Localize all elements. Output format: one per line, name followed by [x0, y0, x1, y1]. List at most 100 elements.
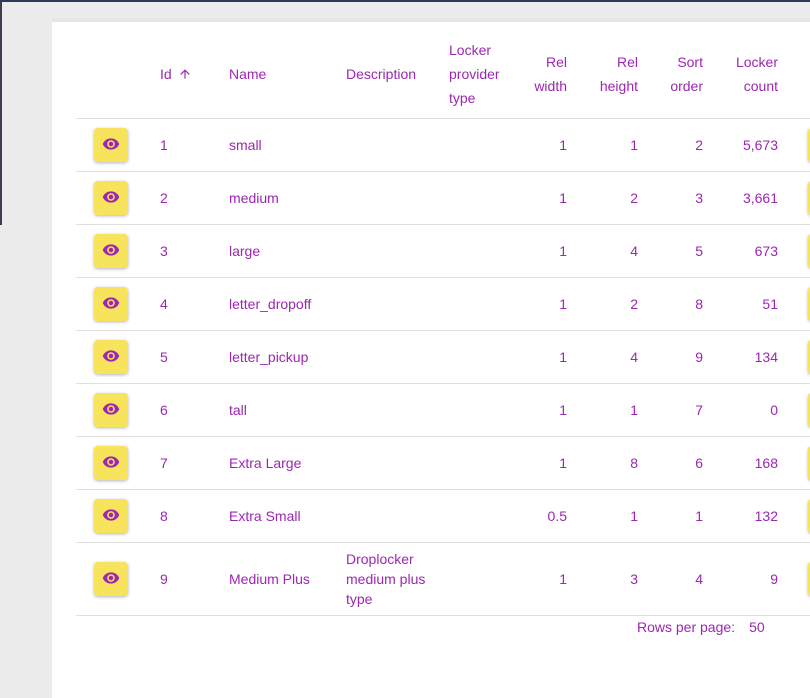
- cell-id: 1: [160, 137, 168, 153]
- header-rel-height-label: Rel height: [599, 54, 638, 94]
- header-name[interactable]: Name: [229, 30, 339, 118]
- cell-id: 5: [160, 349, 168, 365]
- cell-rel-width: 1: [559, 455, 567, 471]
- table-row: 8 Extra Small 0.5 1 1 132: [76, 490, 810, 543]
- cell-name: Extra Large: [229, 455, 302, 471]
- table-row: 6 tall 1 1 7 0: [76, 384, 810, 437]
- table-header-row: Id Name Description Locker provider type…: [76, 30, 810, 119]
- eye-icon: [102, 294, 120, 315]
- pagination: Rows per page: 50: [637, 619, 765, 635]
- cell-sort-order: 9: [695, 349, 703, 365]
- header-locker-provider-type-label: Locker provider type: [449, 42, 500, 106]
- header-description[interactable]: Description: [346, 30, 446, 118]
- table-row: 3 large 1 4 5 673: [76, 225, 810, 278]
- cell-name: Extra Small: [229, 508, 301, 524]
- table-row: 2 medium 1 2 3 3,661: [76, 172, 810, 225]
- cell-sort-order: 5: [695, 243, 703, 259]
- cell-locker-count: 134: [754, 349, 778, 365]
- cell-locker-count: 673: [754, 243, 778, 259]
- cell-rel-height: 1: [630, 402, 638, 418]
- eye-icon: [102, 347, 120, 368]
- header-rel-width-label: Rel width: [534, 54, 567, 94]
- eye-icon: [102, 188, 120, 209]
- cell-locker-count: 51: [762, 296, 778, 312]
- eye-icon: [102, 135, 120, 156]
- header-id[interactable]: Id: [160, 30, 210, 118]
- cell-name: tall: [229, 402, 247, 418]
- header-sort-order[interactable]: Sort order: [661, 30, 703, 118]
- cell-sort-order: 6: [695, 455, 703, 471]
- cell-id: 7: [160, 455, 168, 471]
- view-button[interactable]: [94, 393, 128, 427]
- cell-sort-order: 1: [695, 508, 703, 524]
- table-card: Id Name Description Locker provider type…: [52, 18, 810, 698]
- cell-sort-order: 8: [695, 296, 703, 312]
- cell-rel-width: 1: [559, 571, 567, 587]
- table-row: 4 letter_dropoff 1 2 8 51: [76, 278, 810, 331]
- view-button[interactable]: [94, 181, 128, 215]
- cell-rel-height: 2: [630, 296, 638, 312]
- header-locker-count[interactable]: Locker count: [726, 30, 778, 118]
- table-body: 1 small 1 1 2 5,673 2 medium 1 2 3 3,661: [76, 119, 810, 616]
- cell-name: large: [229, 243, 261, 259]
- cell-rel-width: 1: [559, 190, 567, 206]
- header-name-label: Name: [229, 66, 267, 82]
- table-row: 5 letter_pickup 1 4 9 134: [76, 331, 810, 384]
- cell-rel-width: 1: [559, 349, 567, 365]
- cell-id: 8: [160, 508, 168, 524]
- eye-icon: [102, 400, 120, 421]
- header-rel-width[interactable]: Rel width: [522, 30, 567, 118]
- header-sort-order-label: Sort order: [670, 54, 703, 94]
- cell-name: medium: [229, 190, 279, 206]
- header-rel-height[interactable]: Rel height: [586, 30, 638, 118]
- locker-size-table: Id Name Description Locker provider type…: [76, 30, 810, 616]
- cell-rel-width: 0.5: [547, 508, 567, 524]
- cell-locker-count: 5,673: [742, 137, 778, 153]
- cell-locker-count: 168: [754, 455, 778, 471]
- cell-rel-height: 1: [630, 137, 638, 153]
- cell-name: letter_dropoff: [229, 296, 312, 312]
- header-locker-count-label: Locker count: [735, 54, 778, 94]
- cell-id: 6: [160, 402, 168, 418]
- cell-id: 3: [160, 243, 168, 259]
- app-top-bar: [0, 0, 810, 2]
- table-row: 1 small 1 1 2 5,673: [76, 119, 810, 172]
- eye-icon: [102, 506, 120, 527]
- header-description-label: Description: [346, 66, 417, 82]
- cell-rel-height: 4: [630, 243, 638, 259]
- cell-sort-order: 4: [695, 571, 703, 587]
- cell-rel-height: 2: [630, 190, 638, 206]
- cell-id: 9: [160, 571, 168, 587]
- table-row: 9 Medium Plus Droplocker medium plus typ…: [76, 543, 810, 616]
- cell-sort-order: 2: [695, 137, 703, 153]
- cell-rel-height: 8: [630, 455, 638, 471]
- view-button[interactable]: [94, 234, 128, 268]
- cell-locker-count: 9: [770, 571, 778, 587]
- cell-name: Medium Plus: [229, 571, 310, 587]
- cell-name: letter_pickup: [229, 349, 309, 365]
- cell-name: small: [229, 137, 262, 153]
- eye-icon: [102, 453, 120, 474]
- cell-id: 2: [160, 190, 168, 206]
- cell-description: Droplocker medium plus type: [346, 551, 426, 607]
- cell-rel-height: 4: [630, 349, 638, 365]
- eye-icon: [102, 241, 120, 262]
- view-button[interactable]: [94, 562, 128, 596]
- view-button[interactable]: [94, 128, 128, 162]
- view-button[interactable]: [94, 287, 128, 321]
- cell-rel-width: 1: [559, 296, 567, 312]
- cell-rel-width: 1: [559, 243, 567, 259]
- rows-per-page-select[interactable]: 50: [749, 619, 765, 635]
- view-button[interactable]: [94, 340, 128, 374]
- cell-locker-count: 132: [754, 508, 778, 524]
- header-locker-provider-type[interactable]: Locker provider type: [449, 30, 519, 118]
- rows-per-page-label: Rows per page:: [637, 619, 736, 635]
- cell-rel-height: 3: [630, 571, 638, 587]
- view-button[interactable]: [94, 499, 128, 533]
- cell-locker-count: 3,661: [742, 190, 778, 206]
- cell-rel-width: 1: [559, 402, 567, 418]
- sidebar-edge: [0, 0, 2, 225]
- view-button[interactable]: [94, 446, 128, 480]
- cell-sort-order: 3: [695, 190, 703, 206]
- cell-locker-count: 0: [770, 402, 778, 418]
